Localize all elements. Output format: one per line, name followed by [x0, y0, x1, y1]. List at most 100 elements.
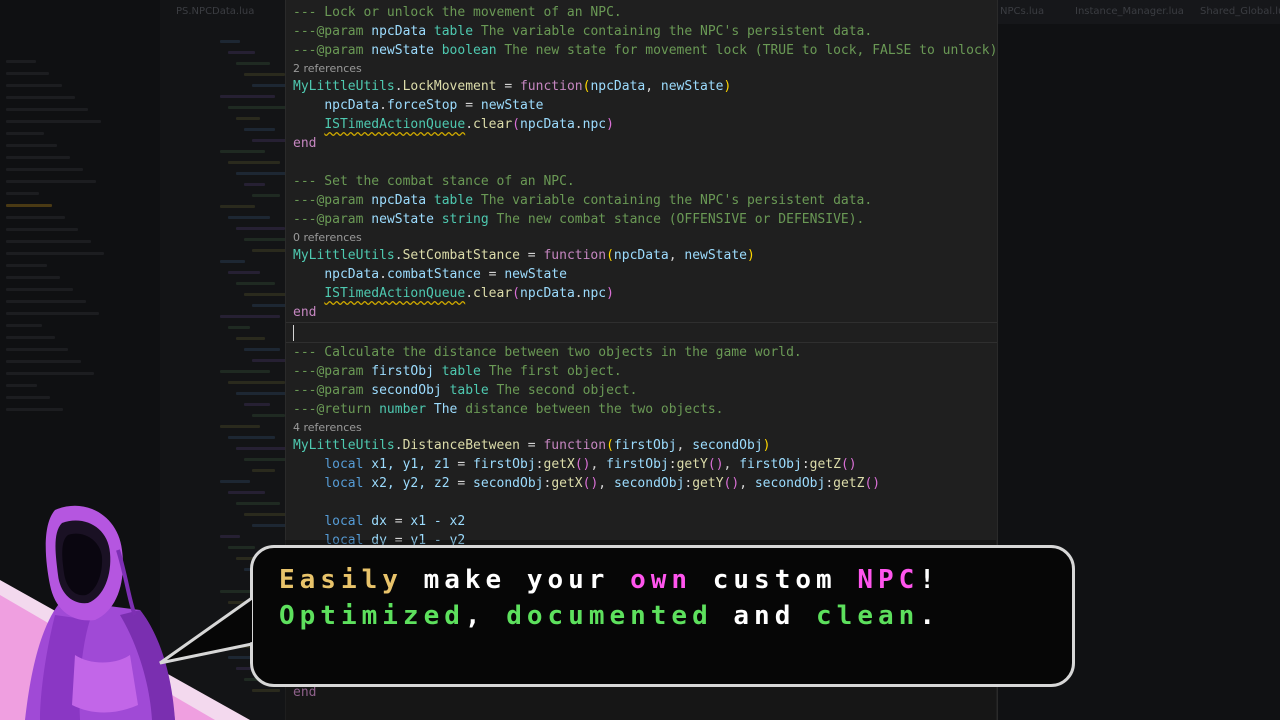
code-line[interactable]: ISTimedActionQueue.clear(npcData.npc) [293, 115, 997, 134]
bubble-word: ! [919, 565, 940, 595]
background-sidebar-stroke [6, 360, 81, 363]
background-code-stroke [244, 348, 280, 351]
background-sidebar-stroke [6, 72, 49, 75]
background-code-stroke [228, 436, 275, 439]
background-code-stroke [220, 480, 250, 483]
background-sidebar-stroke [6, 204, 52, 207]
background-sidebar-stroke [6, 252, 104, 255]
background-sidebar-stroke [6, 300, 86, 303]
codelens-references[interactable]: 2 references [293, 60, 997, 77]
background-sidebar-stroke [6, 132, 44, 135]
background-code-stroke [228, 271, 260, 274]
background-sidebar-stroke [6, 192, 39, 195]
background-code-stroke [236, 227, 285, 230]
code-line[interactable]: ISTimedActionQueue.clear(npcData.npc) [293, 284, 997, 303]
background-sidebar-stroke [6, 372, 94, 375]
codelens-references[interactable]: 0 references [293, 229, 997, 246]
code-line[interactable]: local x1, y1, z1 = firstObj:getX(), firs… [293, 455, 997, 474]
code-line[interactable]: MyLittleUtils.DistanceBetween = function… [293, 436, 997, 455]
bubble-word: NPC [857, 565, 920, 595]
background-sidebar-stroke [6, 168, 83, 171]
code-line[interactable]: npcData.forceStop = newState [293, 96, 997, 115]
background-code-stroke [228, 161, 280, 164]
bubble-word: clean [816, 601, 920, 631]
code-line[interactable] [293, 153, 997, 172]
background-code-stroke [228, 51, 255, 54]
hooded-character-illustration [0, 505, 250, 720]
background-tab-2[interactable]: NPCs.lua [1000, 6, 1044, 17]
code-line[interactable]: MyLittleUtils.SetCombatStance = function… [293, 246, 997, 265]
background-sidebar-stroke [6, 156, 70, 159]
background-sidebar-stroke [6, 96, 75, 99]
background-code-stroke [244, 403, 270, 406]
background-sidebar-stroke [6, 408, 63, 411]
background-sidebar-stroke [6, 264, 47, 267]
background-code-stroke [220, 205, 255, 208]
text-caret [293, 325, 294, 341]
background-code-stroke [236, 447, 290, 450]
code-line[interactable]: end [293, 303, 997, 322]
background-tab-4[interactable]: Shared_Global.lua [1200, 6, 1280, 17]
bubble-line-2: Optimized, documented and clean. [279, 598, 940, 634]
code-line[interactable]: ---@param firstObj table The first objec… [293, 362, 997, 381]
code-line[interactable]: end [293, 134, 997, 153]
background-sidebar-stroke [6, 180, 96, 183]
bubble-word: make your [402, 565, 631, 595]
codelens-references[interactable]: 4 references [293, 419, 997, 436]
background-code-stroke [244, 128, 275, 131]
code-line[interactable]: ---@param newState string The new combat… [293, 210, 997, 229]
background-sidebar-stroke [6, 144, 57, 147]
background-sidebar-stroke [6, 336, 55, 339]
background-sidebar-stroke [6, 108, 88, 111]
background-sidebar-stroke [6, 348, 68, 351]
code-line[interactable]: ---@param npcData table The variable con… [293, 22, 997, 41]
code-line[interactable]: ---@return number The distance between t… [293, 400, 997, 419]
bubble-word: Optimized [279, 601, 465, 631]
bubble-word: documented [506, 601, 713, 631]
bubble-word: , [464, 601, 507, 631]
background-sidebar-stroke [6, 240, 91, 243]
speech-bubble: Easily make your own custom NPC! Optimiz… [250, 545, 1075, 687]
background-code-stroke [252, 414, 285, 417]
background-code-stroke [244, 183, 265, 186]
background-tab-3[interactable]: Instance_Manager.lua [1075, 6, 1184, 17]
background-code-stroke [228, 216, 270, 219]
code-line[interactable] [293, 493, 997, 512]
code-line[interactable]: MyLittleUtils.LockMovement = function(np… [293, 77, 997, 96]
background-sidebar-stroke [6, 312, 99, 315]
background-sidebar-stroke [6, 228, 78, 231]
background-code-stroke [236, 337, 265, 340]
background-code-stroke [220, 315, 280, 318]
background-code-stroke [220, 370, 270, 373]
code-line[interactable]: ---@param secondObj table The second obj… [293, 381, 997, 400]
background-sidebar-stroke [6, 276, 60, 279]
background-tab-1[interactable]: PS.NPCData.lua [176, 6, 254, 17]
background-code-stroke [228, 106, 290, 109]
code-line[interactable]: local x2, y2, z2 = secondObj:getX(), sec… [293, 474, 997, 493]
background-code-stroke [236, 117, 260, 120]
bubble-text: Easily make your own custom NPC! Optimiz… [279, 562, 940, 634]
code-line[interactable]: npcData.combatStance = newState [293, 265, 997, 284]
background-sidebar-stroke [6, 396, 50, 399]
code-line[interactable]: local dx = x1 - x2 [293, 512, 997, 531]
bubble-word: own [630, 565, 693, 595]
background-sidebar-stroke [6, 84, 62, 87]
background-code-stroke [228, 326, 250, 329]
code-line[interactable]: ---@param newState boolean The new state… [293, 41, 997, 60]
background-sidebar-stroke [6, 324, 42, 327]
bubble-word: . [919, 601, 940, 631]
current-line[interactable] [286, 322, 997, 343]
code-line[interactable]: --- Lock or unlock the movement of an NP… [293, 3, 997, 22]
background-code-stroke [236, 282, 275, 285]
background-code-stroke [220, 95, 275, 98]
background-code-stroke [220, 260, 245, 263]
code-line[interactable]: --- Calculate the distance between two o… [293, 343, 997, 362]
background-sidebar-stroke [6, 288, 73, 291]
code-line[interactable]: ---@param npcData table The variable con… [293, 191, 997, 210]
bubble-word: Easily [279, 565, 403, 595]
background-code-stroke [236, 62, 270, 65]
code-line[interactable]: --- Set the combat stance of an NPC. [293, 172, 997, 191]
background-code-stroke [244, 73, 285, 76]
background-code-stroke [252, 194, 280, 197]
background-sidebar-stroke [6, 384, 37, 387]
